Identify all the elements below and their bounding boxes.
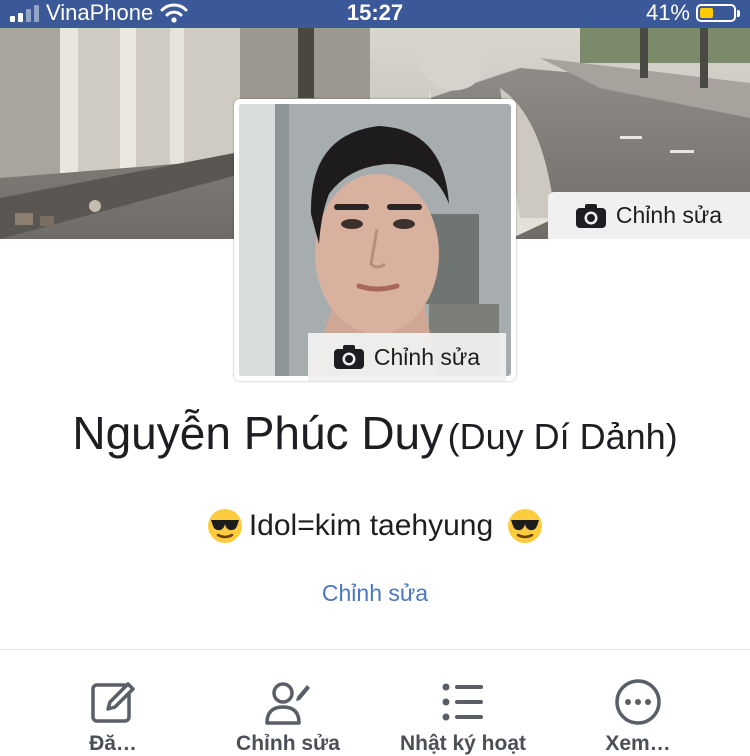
activity-list-icon	[442, 683, 483, 721]
action-post-label: Đă…	[89, 732, 137, 755]
avatar-edit-label: Chỉnh sửa	[373, 343, 481, 370]
edit-profile-icon	[265, 682, 310, 725]
more-icon	[615, 679, 661, 725]
cover-edit-button[interactable]: Chỉnh sửa	[548, 192, 750, 239]
cover-edit-label: Chỉnh sửa	[615, 202, 723, 228]
bio-text: Idol=kim taehyung	[248, 509, 494, 542]
profile-name: Nguyễn Phúc Duy (Duy Dí Dảnh)	[0, 406, 750, 460]
status-right: 41%	[645, 0, 740, 26]
battery-fill	[700, 8, 714, 18]
action-edit-profile[interactable]: Chỉnh sửa	[203, 650, 373, 755]
edit-bio-link[interactable]: Chỉnh sửa	[0, 580, 750, 607]
action-post[interactable]: Đă…	[28, 650, 198, 755]
battery-percent: 41%	[645, 0, 690, 25]
profile-actions: Đă… Chỉnh sửa Nhật ký hoạt Xem…	[0, 650, 750, 755]
clock: 15:27	[346, 0, 404, 25]
status-bar: VinaPhone 15:27 41%	[0, 0, 750, 28]
camera-icon	[575, 203, 606, 228]
profile-alt-name: (Duy Dí Dảnh)	[447, 416, 678, 457]
profile-bio: Idol=kim taehyung	[0, 508, 750, 544]
action-activity-log[interactable]: Nhật ký hoạt	[378, 650, 548, 755]
action-more[interactable]: Xem…	[553, 650, 723, 755]
profile-full-name: Nguyễn Phúc Duy	[72, 407, 444, 459]
action-more-label: Xem…	[605, 732, 671, 755]
profile-picture[interactable]: Chỉnh sửa	[234, 99, 516, 381]
sunglasses-emoji-icon	[508, 509, 543, 543]
compose-icon	[91, 682, 135, 723]
action-edit-profile-label: Chỉnh sửa	[236, 732, 340, 755]
action-activity-log-label: Nhật ký hoạt	[399, 732, 527, 755]
sunglasses-emoji-icon	[207, 509, 242, 543]
battery-icon	[696, 4, 740, 22]
avatar-edit-button[interactable]: Chỉnh sửa	[308, 333, 506, 381]
camera-icon	[333, 345, 364, 369]
